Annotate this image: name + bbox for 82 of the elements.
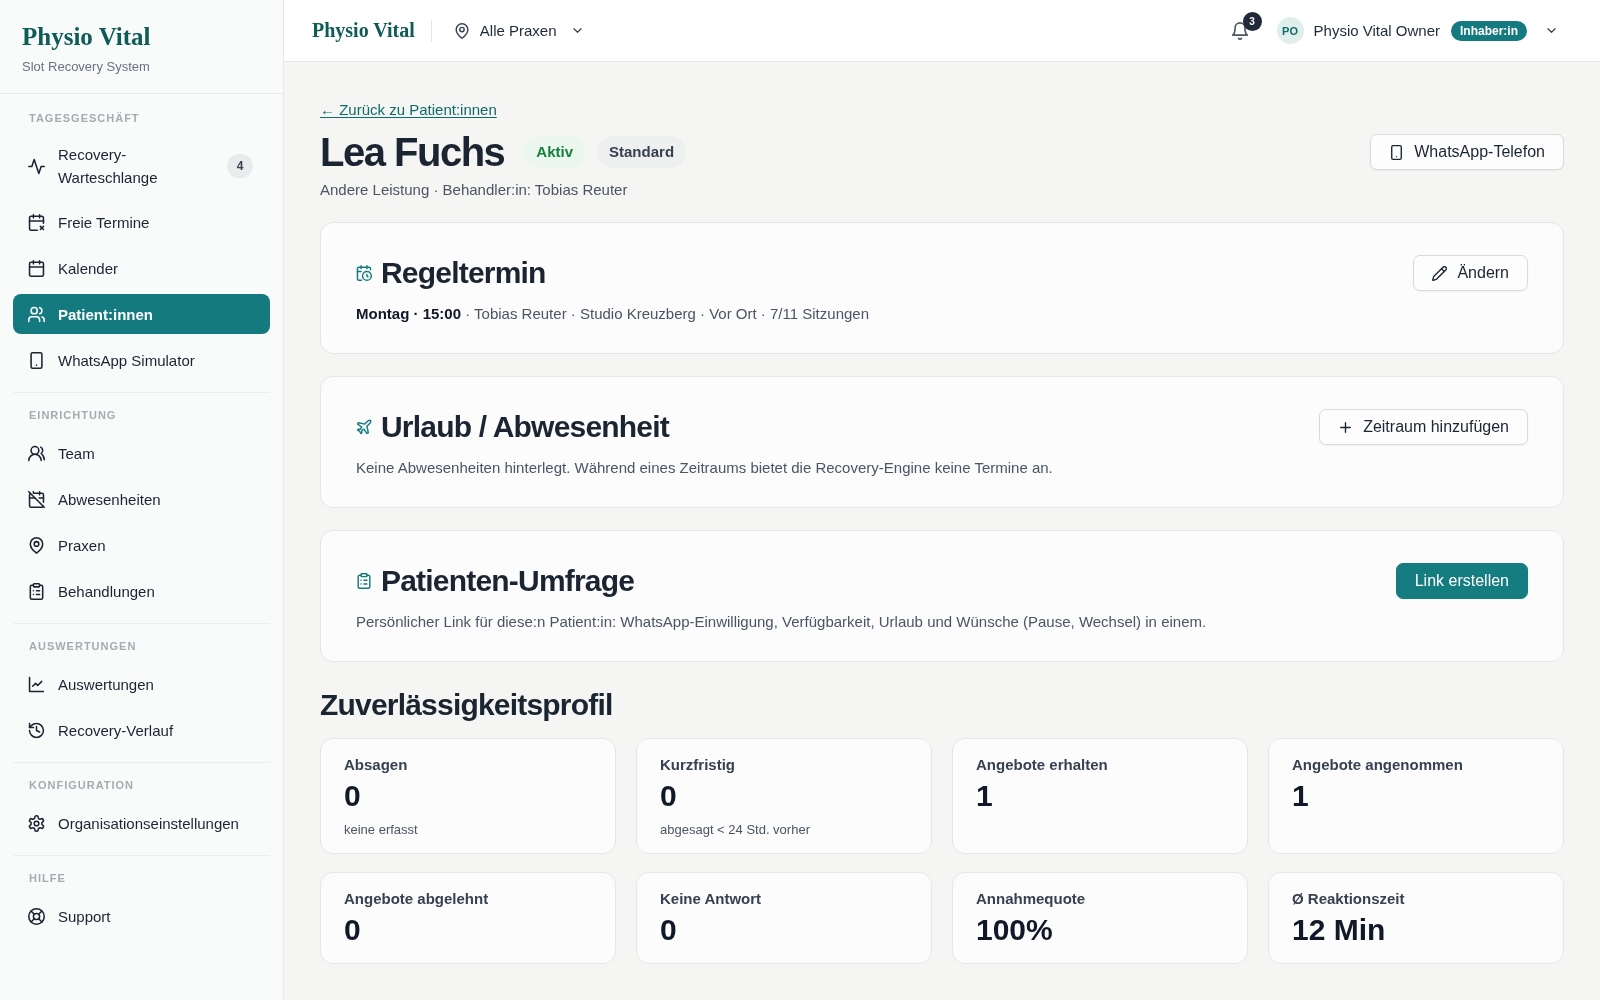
- role-badge: Inhaber:in: [1451, 20, 1527, 41]
- nav-item[interactable]: Abwesenheiten: [13, 479, 270, 519]
- nav-item[interactable]: Patient:innen: [13, 294, 270, 334]
- nav-item[interactable]: Support: [13, 896, 270, 936]
- section-heading: EINRICHTUNG: [28, 408, 118, 423]
- clipboard-icon: [356, 573, 372, 589]
- stat-label: Kurzfristig: [660, 755, 736, 775]
- section-heading: KONFIGURATION: [28, 778, 136, 793]
- nav-item[interactable]: Freie Termine: [13, 202, 270, 242]
- users-icon: [28, 305, 45, 323]
- stat-label: Annahmequote: [976, 889, 1087, 909]
- nav-item[interactable]: Auswertungen: [13, 664, 270, 704]
- card-description: Persönlicher Link für diese:n Patient:in: WhatsApp-Einwilligung, Verfügbarkeit, Urlaub und Wünsche (Pause, Wechsel) in einem.: [356, 612, 1208, 632]
- location-dropdown[interactable]: Alle Praxen: [453, 22, 584, 39]
- brand-subtitle: Slot Recovery System: [22, 59, 151, 75]
- brand-title: Physio Vital: [22, 22, 152, 52]
- smartphone-icon: [1389, 144, 1405, 160]
- stat-label: Ø Reaktionszeit: [1292, 889, 1406, 909]
- nav-item[interactable]: Behandlungen: [13, 571, 270, 611]
- stat-value: 0: [344, 912, 362, 948]
- patient-name: Lea Fuchs: [320, 129, 505, 176]
- map-pin-icon: [28, 536, 45, 554]
- pencil-icon: [1432, 265, 1448, 281]
- patient-details: Andere Leistung · Behandler:in: Tobias Reuter: [320, 180, 629, 200]
- nav-item[interactable]: Kalender: [13, 248, 270, 288]
- section-heading: HILFE: [28, 871, 67, 886]
- status-badge: Standard: [597, 136, 687, 168]
- stat-label: Angebote abgelehnt: [344, 889, 490, 909]
- stat-value: 100%: [976, 912, 1054, 948]
- profile-heading: Zuverlässigkeitsprofil: [320, 687, 614, 723]
- stat-value: 0: [660, 912, 678, 948]
- card-title: Regeltermin: [381, 255, 546, 291]
- section-heading: TAGESGESCHÄFT: [28, 111, 141, 126]
- card-description: Keine Abwesenheiten hinterlegt. Während eines Zeitraums bietet die Recovery-Engine keine Termine an.: [356, 458, 1054, 478]
- card-title: Urlaub / Abwesenheit: [381, 409, 669, 445]
- stat-value: 12 Min: [1292, 912, 1387, 948]
- whatsapp-phone-button[interactable]: WhatsApp-Telefon: [1370, 134, 1564, 170]
- card-title: Patienten-Umfrage: [381, 563, 635, 599]
- nav-item[interactable]: WhatsApp Simulator: [13, 340, 270, 380]
- stat-value: 1: [976, 778, 994, 814]
- count-badge: 4: [227, 154, 253, 178]
- card-button[interactable]: Link erstellen: [1395, 563, 1528, 599]
- bell-icon[interactable]: [1230, 21, 1249, 40]
- pulse-icon: [28, 157, 45, 175]
- back-link[interactable]: ← Zurück zu Patient:innen: [320, 100, 497, 120]
- nav-item[interactable]: Organisationseinstellungen: [13, 803, 270, 843]
- map-pin-icon: [453, 22, 470, 39]
- nav-item[interactable]: Team: [13, 433, 270, 473]
- stat-value: 0: [660, 778, 678, 814]
- calendar-icon: [28, 259, 45, 277]
- user-avatar: PO: [1276, 17, 1304, 44]
- card-description: Montag · 15:00 · Tobias Reuter · Studio Kreuzberg · Vor Ort · 7/11 Sitzungen: [356, 304, 870, 324]
- calendar-x-icon: [28, 213, 45, 231]
- calendar-clock-icon: [356, 265, 372, 281]
- lifebuoy-icon: [28, 907, 45, 925]
- nav-item[interactable]: Recovery-Warteschlange 4: [13, 136, 270, 196]
- plus-icon: [1338, 419, 1354, 435]
- smartphone-icon: [28, 351, 45, 369]
- stat-label: Angebote angenommen: [1292, 755, 1464, 775]
- users-icon: [28, 444, 45, 462]
- line-chart-icon: [28, 675, 45, 693]
- stat-label: Absagen: [344, 755, 409, 775]
- user-name: Physio Vital Owner: [1313, 22, 1440, 39]
- stat-note: abgesagt < 24 Std. vorher: [660, 821, 811, 839]
- card-button[interactable]: Zeitraum hinzufügen: [1319, 409, 1528, 445]
- stat-label: Angebote erhalten: [976, 755, 1109, 775]
- status-badge: Aktiv: [524, 136, 586, 168]
- clipboard-icon: [28, 582, 45, 600]
- plane-icon: [356, 419, 372, 435]
- stat-note: keine erfasst: [344, 821, 419, 839]
- notification-count: 3: [1242, 11, 1262, 31]
- stat-label: Keine Antwort: [660, 889, 763, 909]
- nav-item[interactable]: Praxen: [13, 525, 270, 565]
- stat-value: 1: [1292, 778, 1310, 814]
- history-icon: [28, 721, 45, 739]
- card-button[interactable]: Ändern: [1413, 255, 1528, 291]
- brand-title: Physio Vital: [312, 19, 415, 42]
- section-heading: AUSWERTUNGEN: [28, 639, 138, 654]
- nav-item[interactable]: Recovery-Verlauf: [13, 710, 270, 750]
- calendar-off-icon: [28, 490, 45, 508]
- stat-value: 0: [344, 778, 362, 814]
- settings-icon: [28, 814, 45, 832]
